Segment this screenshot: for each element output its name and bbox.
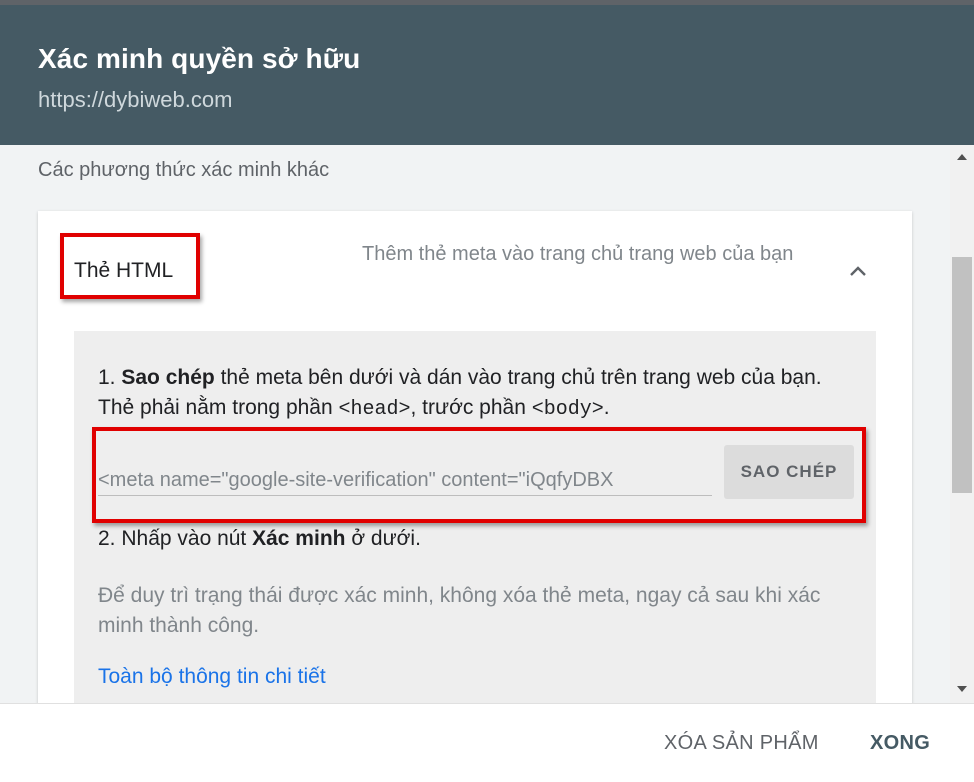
- property-url: https://dybiweb.com: [38, 87, 233, 112]
- dialog-header: Xác minh quyền sở hữu https://dybiweb.co…: [0, 0, 974, 145]
- step-1-text: 1. Sao chép thẻ meta bên dưới và dán vào…: [98, 366, 822, 421]
- html-tag-method-card: Thẻ HTML Thêm thẻ meta vào trang chủ tra…: [38, 211, 912, 703]
- instructions-panel: 1. Sao chép thẻ meta bên dưới và dán vào…: [74, 331, 876, 703]
- scroll-down-arrow-icon[interactable]: [950, 679, 974, 699]
- scroll-up-arrow-icon[interactable]: [950, 147, 974, 167]
- dialog-footer: XÓA SẢN PHẨM XONG: [0, 703, 974, 782]
- scrollbar[interactable]: [950, 145, 974, 703]
- method-description: Thêm thẻ meta vào trang chủ trang web củ…: [362, 243, 794, 265]
- highlight-box-meta-tag: [92, 427, 866, 523]
- remove-property-button[interactable]: XÓA SẢN PHẨM: [664, 732, 819, 755]
- keep-tag-note: Để duy trì trạng thái được xác minh, khô…: [98, 584, 821, 637]
- done-button[interactable]: XONG: [870, 732, 930, 755]
- highlight-box-method-name: [60, 233, 200, 299]
- scrollbar-thumb[interactable]: [952, 257, 972, 493]
- dialog-content: Các phương thức xác minh khác Thẻ HTML T…: [0, 145, 950, 703]
- step-2-text: 2. Nhấp vào nút Xác minh ở dưới.: [98, 527, 421, 550]
- chevron-up-icon[interactable]: [846, 259, 870, 283]
- full-details-link[interactable]: Toàn bộ thông tin chi tiết: [98, 665, 326, 689]
- other-methods-label: Các phương thức xác minh khác: [38, 159, 330, 181]
- dialog-title: Xác minh quyền sở hữu: [38, 43, 361, 74]
